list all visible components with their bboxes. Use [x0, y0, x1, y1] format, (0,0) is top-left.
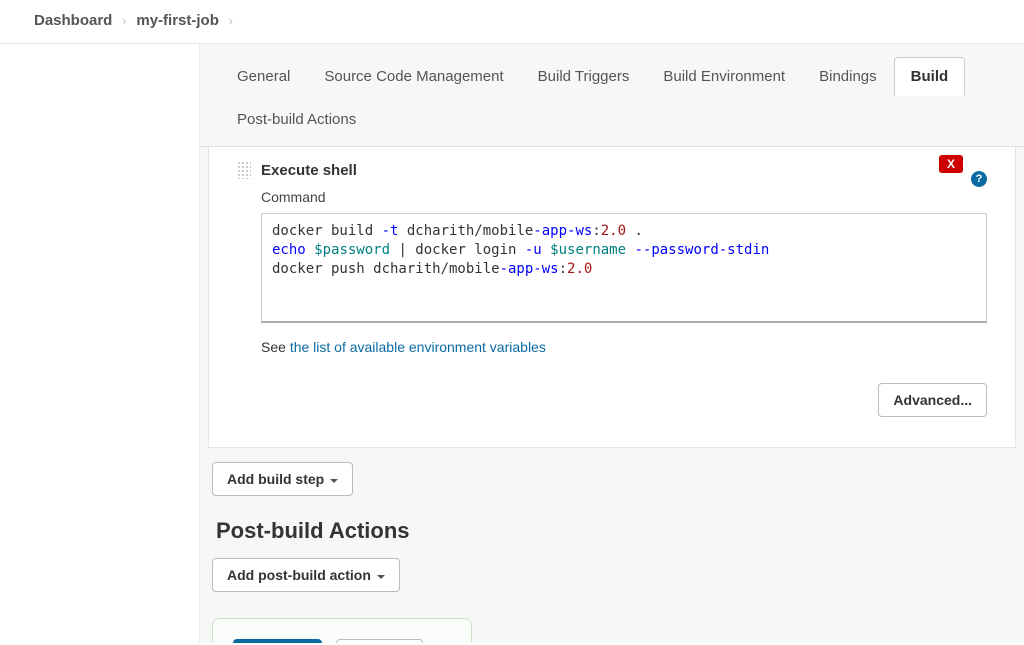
footer-buttons: Save Apply — [212, 618, 472, 643]
add-post-build-action-button[interactable]: Add post-build action — [212, 558, 400, 592]
chevron-right-icon: › — [229, 14, 233, 28]
build-step-execute-shell: X ? Execute shell Command docker build -… — [229, 147, 995, 427]
tab-env[interactable]: Build Environment — [646, 57, 802, 96]
config-tabs: General Source Code Management Build Tri… — [200, 44, 1024, 147]
tab-triggers[interactable]: Build Triggers — [521, 57, 647, 96]
tab-general[interactable]: General — [220, 57, 307, 96]
breadcrumb-dashboard[interactable]: Dashboard — [34, 12, 112, 29]
sidebar — [0, 44, 200, 643]
help-icon[interactable]: ? — [971, 171, 987, 187]
tab-post-build[interactable]: Post-build Actions — [220, 100, 1004, 139]
breadcrumb: Dashboard › my-first-job › — [0, 0, 1024, 44]
command-label: Command — [261, 189, 987, 205]
chevron-right-icon: › — [122, 14, 126, 28]
advanced-button[interactable]: Advanced... — [878, 383, 987, 417]
breadcrumb-job[interactable]: my-first-job — [136, 12, 219, 29]
build-section: X ? Execute shell Command docker build -… — [208, 147, 1016, 448]
step-title: Execute shell — [261, 162, 357, 179]
drag-handle-icon[interactable] — [237, 161, 251, 179]
save-button[interactable]: Save — [233, 639, 322, 643]
apply-button[interactable]: Apply — [336, 639, 423, 643]
env-vars-hint: See the list of available environment va… — [261, 339, 987, 355]
add-build-step-button[interactable]: Add build step — [212, 462, 353, 496]
env-vars-link[interactable]: the list of available environment variab… — [290, 339, 546, 355]
tab-bindings[interactable]: Bindings — [802, 57, 894, 96]
main-panel: General Source Code Management Build Tri… — [200, 44, 1024, 643]
tab-build[interactable]: Build — [894, 57, 966, 96]
delete-step-button[interactable]: X — [939, 155, 963, 173]
post-build-heading: Post-build Actions — [216, 518, 1012, 544]
command-textarea[interactable]: docker build -t dcharith/mobile-app-ws:2… — [261, 213, 987, 323]
tab-scm[interactable]: Source Code Management — [307, 57, 520, 96]
hint-prefix: See — [261, 339, 290, 355]
